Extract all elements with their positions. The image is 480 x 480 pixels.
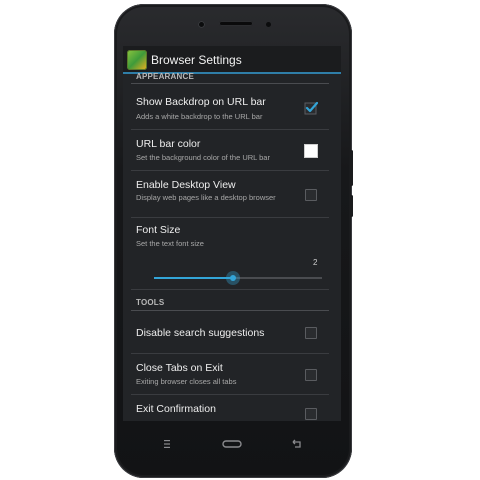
home-icon[interactable]: [222, 437, 242, 451]
pref-close-tabs[interactable]: Close Tabs on Exit Exiting browser close…: [123, 354, 341, 394]
section-divider: [131, 83, 329, 84]
pref-title: Show Backdrop on URL bar: [136, 96, 266, 108]
screen: Browser Settings APPEARANCE Show Backdro…: [123, 46, 341, 421]
sensor-icon: [266, 22, 271, 27]
pref-title: Exit Confirmation: [136, 403, 216, 415]
section-header-appearance: APPEARANCE: [136, 72, 195, 81]
pref-title: Font Size: [136, 224, 181, 236]
power-button: [350, 195, 353, 217]
slider-thumb[interactable]: [225, 271, 240, 285]
action-bar: Browser Settings: [123, 46, 341, 74]
pref-search-suggestions[interactable]: Disable search suggestions: [123, 312, 341, 352]
pref-summary: Set the text font size: [136, 239, 204, 248]
earpiece-speaker: [219, 21, 253, 26]
pref-desktop-view[interactable]: Enable Desktop View Display web pages li…: [123, 171, 341, 217]
volume-button: [350, 150, 353, 186]
pref-show-backdrop[interactable]: Show Backdrop on URL bar Adds a white ba…: [123, 86, 341, 124]
section-divider: [131, 310, 329, 311]
pref-summary: Display web pages like a desktop browser: [136, 193, 276, 202]
checkbox-unchecked[interactable]: [305, 408, 317, 420]
pref-url-bar-color[interactable]: URL bar color Set the background color o…: [123, 130, 341, 170]
divider: [131, 289, 329, 290]
back-icon[interactable]: [292, 437, 302, 451]
pref-summary: Adds a white backdrop to the URL bar: [136, 112, 263, 121]
pref-exit-confirmation[interactable]: Exit Confirmation: [123, 395, 341, 421]
slider-fill: [154, 277, 233, 279]
checkbox-unchecked[interactable]: [305, 189, 317, 201]
pref-title: Enable Desktop View: [136, 179, 236, 191]
checkbox-unchecked[interactable]: [305, 369, 317, 381]
color-swatch[interactable]: [304, 144, 318, 158]
pref-title: Close Tabs on Exit: [136, 362, 223, 374]
pref-font-size[interactable]: Font Size Set the text font size 2: [123, 218, 341, 296]
pref-summary: Exiting browser closes all tabs: [136, 377, 237, 386]
checkbox-unchecked[interactable]: [305, 327, 317, 339]
pref-title: URL bar color: [136, 138, 201, 150]
pref-title: Disable search suggestions: [136, 327, 265, 339]
section-header-tools: TOOLS: [136, 298, 165, 307]
browser-app-icon[interactable]: [127, 50, 147, 70]
front-camera-icon: [198, 21, 205, 28]
menu-icon[interactable]: [163, 437, 171, 451]
page-title: Browser Settings: [151, 53, 242, 67]
slider-value: 2: [313, 258, 318, 267]
checkbox-checked[interactable]: [304, 101, 318, 115]
